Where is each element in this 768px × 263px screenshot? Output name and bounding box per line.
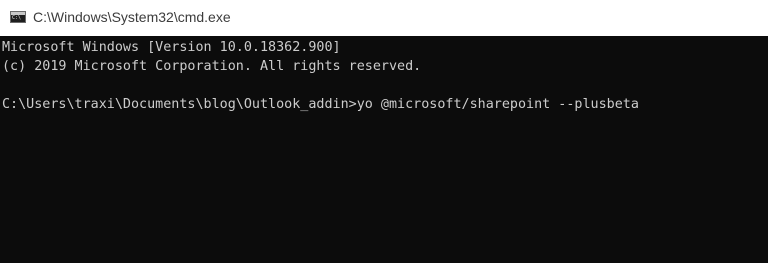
console-line-version: Microsoft Windows [Version 10.0.18362.90… [2,40,341,55]
cmd-window: C:\Windows\System32\cmd.exe Microsoft Wi… [0,0,768,263]
cmd-app-icon[interactable] [10,11,26,23]
window-title: C:\Windows\System32\cmd.exe [33,9,231,25]
console-line-copyright: (c) 2019 Microsoft Corporation. All righ… [2,59,422,74]
console-command-line[interactable]: C:\Users\traxi\Documents\blog\Outlook_ad… [2,95,768,114]
title-bar[interactable]: C:\Windows\System32\cmd.exe [0,0,768,36]
console-area[interactable]: Microsoft Windows [Version 10.0.18362.90… [0,36,768,263]
